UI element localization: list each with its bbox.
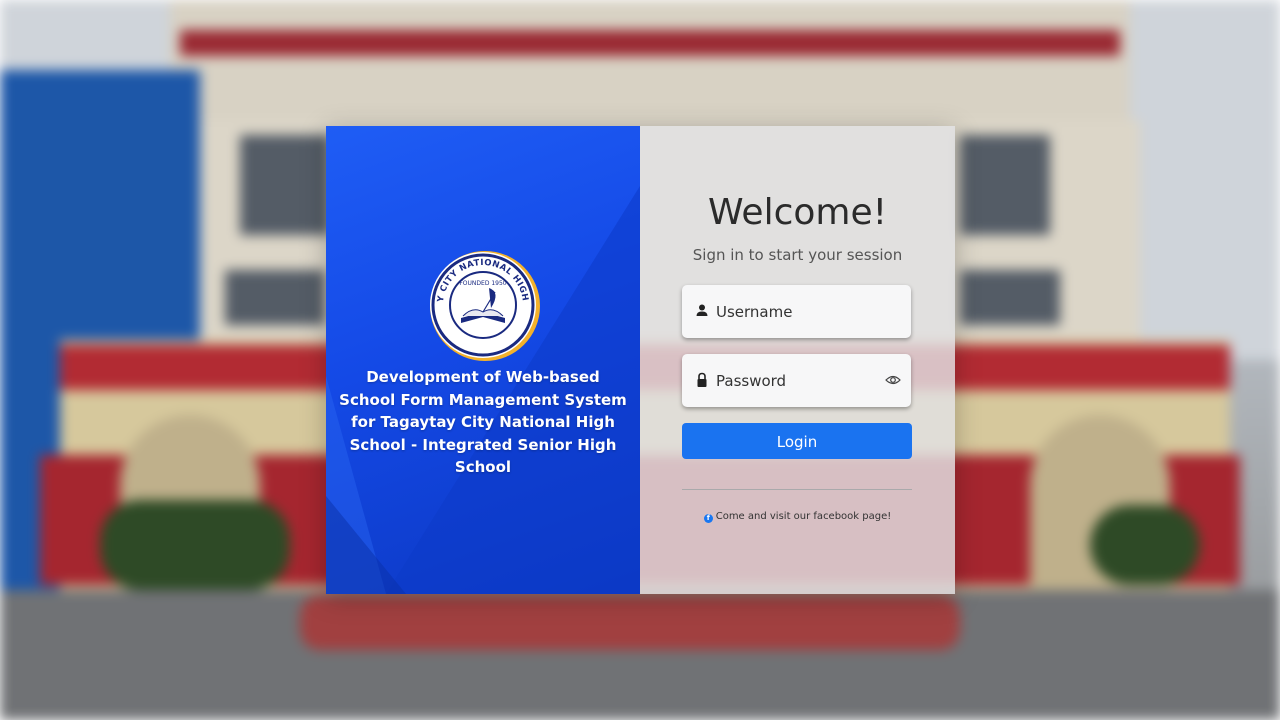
login-panel: Welcome! Sign in to start your session L… <box>640 126 955 594</box>
school-seal-logo: TAGAYTAY CITY NATIONAL HIGH SCHOOL FOUND… <box>429 250 540 361</box>
login-subtitle: Sign in to start your session <box>692 246 903 264</box>
system-title: Development of Web-based School Form Man… <box>339 368 627 476</box>
eye-icon[interactable] <box>885 373 901 387</box>
username-input[interactable] <box>716 285 876 338</box>
lock-icon <box>697 372 707 387</box>
password-field[interactable] <box>682 354 911 407</box>
password-input[interactable] <box>716 354 876 407</box>
svg-text:FOUNDED 1950: FOUNDED 1950 <box>459 280 506 287</box>
facebook-link[interactable]: f Come and visit our facebook page! <box>640 511 955 523</box>
brand-panel: TAGAYTAY CITY NATIONAL HIGH SCHOOL FOUND… <box>326 126 640 594</box>
welcome-heading: Welcome! <box>707 192 888 233</box>
user-icon <box>696 304 708 316</box>
divider <box>682 489 912 490</box>
login-button[interactable]: Login <box>682 423 912 459</box>
facebook-link-text[interactable]: Come and visit our facebook page! <box>716 511 892 522</box>
login-card: TAGAYTAY CITY NATIONAL HIGH SCHOOL FOUND… <box>326 126 955 594</box>
facebook-icon: f <box>703 514 713 523</box>
username-field[interactable] <box>682 285 911 338</box>
